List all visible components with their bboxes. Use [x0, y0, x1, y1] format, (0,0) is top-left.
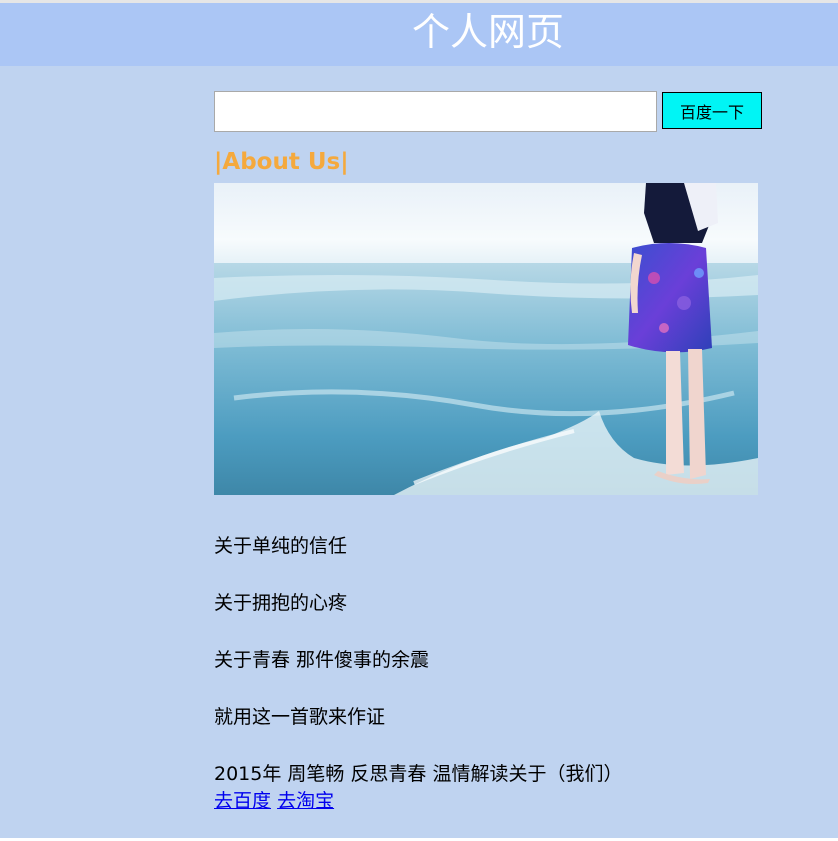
lyric-line: 关于拥抱的心疼 [214, 592, 348, 614]
about-us-heading: |About Us| [214, 149, 349, 175]
link-row: 去百度 去淘宝 [214, 789, 334, 813]
lyric-line: 就用这一首歌来作证 [214, 706, 386, 728]
search-input[interactable] [214, 91, 657, 132]
search-button[interactable]: 百度一下 [662, 92, 762, 129]
baidu-link[interactable]: 去百度 [214, 790, 271, 812]
taobao-link[interactable]: 去淘宝 [277, 790, 334, 812]
lyric-line: 2015年 周笔畅 反思青春 温情解读关于（我们） [214, 763, 623, 785]
lyric-line: 关于单纯的信任 [214, 535, 348, 557]
header-bar: 个人网页 [0, 3, 838, 66]
lyric-line: 关于青春 那件傻事的余震 [214, 649, 430, 671]
page-body: 个人网页 百度一下 |About Us| 关于单纯的信任 关于拥抱的心疼 关于青… [0, 3, 838, 838]
hero-beach-photo [214, 183, 758, 495]
page-title: 个人网页 [411, 10, 564, 54]
